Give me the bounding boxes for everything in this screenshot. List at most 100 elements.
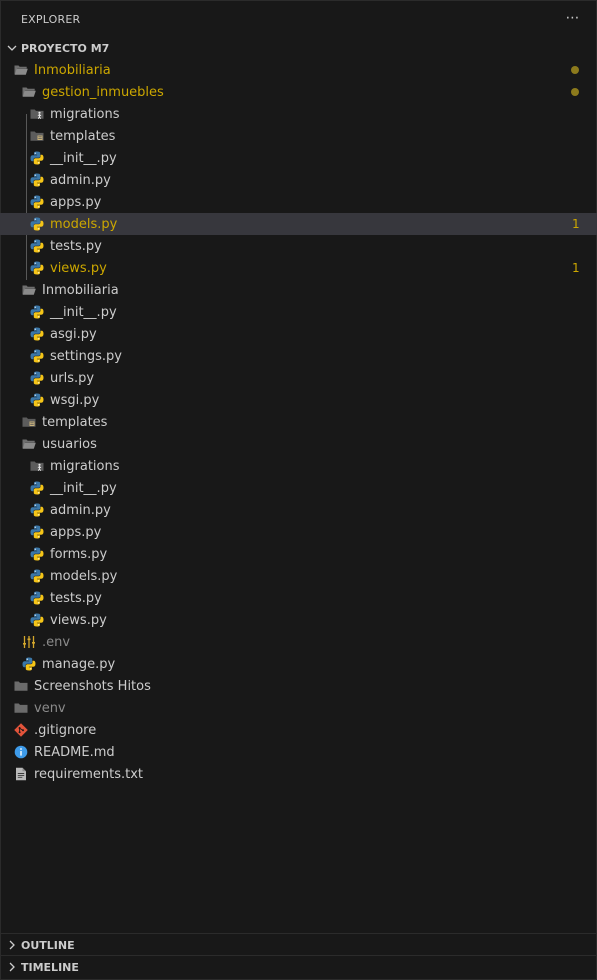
tree-item[interactable]: forms.py (0, 543, 597, 565)
tree-item[interactable]: apps.py (0, 521, 597, 543)
chevron-down-icon (4, 40, 20, 56)
tree-item[interactable]: .env (0, 631, 597, 653)
tree-item[interactable]: .gitignore (0, 719, 597, 741)
tree-item-label: wsgi.py (50, 392, 100, 408)
tree-item-label: migrations (50, 458, 120, 474)
tree-item-label: usuarios (42, 436, 97, 452)
tree-item[interactable]: tests.py (0, 235, 597, 257)
tree-item[interactable]: requirements.txt (0, 763, 597, 785)
tree-item-label: tests.py (50, 238, 102, 254)
python-file-icon (29, 194, 45, 210)
tree-item[interactable]: templates (0, 125, 597, 147)
tree-item[interactable]: admin.py (0, 169, 597, 191)
python-file-icon (29, 348, 45, 364)
tree-item[interactable]: settings.py (0, 345, 597, 367)
problem-count-badge: 1 (572, 217, 580, 231)
tree-item[interactable]: venv (0, 697, 597, 719)
python-file-icon (29, 502, 45, 518)
tree-item[interactable]: __init__.py (0, 301, 597, 323)
tree-item-label: __init__.py (50, 304, 117, 320)
tree-item[interactable]: wsgi.py (0, 389, 597, 411)
tree-item-label: venv (34, 700, 66, 716)
tree-item-label: manage.py (42, 656, 116, 672)
tree-item[interactable]: asgi.py (0, 323, 597, 345)
python-file-icon (29, 172, 45, 188)
tree-item[interactable]: gestion_inmuebles (0, 81, 597, 103)
python-file-icon (29, 612, 45, 628)
python-file-icon (29, 260, 45, 276)
python-file-icon (21, 656, 37, 672)
tree-item-label: __init__.py (50, 480, 117, 496)
tree-item-label: migrations (50, 106, 120, 122)
tree-item[interactable]: __init__.py (0, 147, 597, 169)
python-file-icon (29, 546, 45, 562)
text-file-icon (13, 766, 29, 782)
python-file-icon (29, 304, 45, 320)
folder-templates-icon (29, 128, 45, 144)
file-tree: Inmobiliaria gestion_inmuebles migrations t… (0, 59, 597, 785)
python-file-icon (29, 326, 45, 342)
tree-item[interactable]: models.py (0, 565, 597, 587)
python-file-icon (29, 150, 45, 166)
chevron-right-icon (4, 959, 20, 975)
info-icon (13, 744, 29, 760)
tree-item[interactable]: README.md (0, 741, 597, 763)
outline-section-header[interactable]: OUTLINE (0, 934, 597, 956)
modified-dot-icon (571, 88, 579, 96)
tree-item[interactable]: models.py 1 (0, 213, 597, 235)
tree-item[interactable]: __init__.py (0, 477, 597, 499)
tree-item-label: asgi.py (50, 326, 97, 342)
folder-migrations-icon (29, 458, 45, 474)
tree-item[interactable]: tests.py (0, 587, 597, 609)
tree-item[interactable]: templates (0, 411, 597, 433)
folder-open-icon (21, 84, 37, 100)
tree-item-label: models.py (50, 216, 118, 232)
modified-dot-icon (571, 66, 579, 74)
explorer-header: EXPLORER ⋯ (0, 0, 597, 38)
tree-item[interactable]: Inmobiliaria (0, 59, 597, 81)
tree-item[interactable]: migrations (0, 103, 597, 125)
tree-item-label: requirements.txt (34, 766, 144, 782)
python-file-icon (29, 480, 45, 496)
tree-item[interactable]: manage.py (0, 653, 597, 675)
tree-item-label: settings.py (50, 348, 122, 364)
tree-item[interactable]: views.py (0, 609, 597, 631)
folder-migrations-icon (29, 106, 45, 122)
tree-item-label: gestion_inmuebles (42, 84, 164, 100)
tree-item-label: apps.py (50, 524, 102, 540)
python-file-icon (29, 216, 45, 232)
tree-item-label: templates (42, 414, 108, 430)
tree-item[interactable]: usuarios (0, 433, 597, 455)
tree-item[interactable]: Inmobiliaria (0, 279, 597, 301)
tree-item[interactable]: views.py 1 (0, 257, 597, 279)
tree-item-label: Screenshots Hitos (34, 678, 151, 694)
tree-item[interactable]: Screenshots Hitos (0, 675, 597, 697)
tree-item-label: Inmobiliaria (42, 282, 119, 298)
env-settings-icon (21, 634, 37, 650)
tree-item[interactable]: admin.py (0, 499, 597, 521)
tree-item-label: tests.py (50, 590, 102, 606)
tree-item-label: admin.py (50, 502, 111, 518)
tree-item-label: views.py (50, 260, 107, 276)
ellipsis-icon[interactable]: ⋯ (563, 8, 583, 28)
folder-templates-icon (21, 414, 37, 430)
python-file-icon (29, 392, 45, 408)
problem-count-badge: 1 (572, 261, 580, 275)
explorer-title: EXPLORER (21, 13, 81, 26)
folder-open-icon (21, 282, 37, 298)
chevron-right-icon (4, 937, 20, 953)
folder-open-icon (13, 62, 29, 78)
tree-item[interactable]: apps.py (0, 191, 597, 213)
folder-icon (13, 678, 29, 694)
tree-item-label: __init__.py (50, 150, 117, 166)
tree-item[interactable]: urls.py (0, 367, 597, 389)
tree-item[interactable]: migrations (0, 455, 597, 477)
git-icon (13, 722, 29, 738)
project-section-header[interactable]: PROYECTO M7 (0, 37, 597, 59)
tree-item-label: views.py (50, 612, 107, 628)
tree-item-label: .env (42, 634, 71, 650)
tree-item-label: apps.py (50, 194, 102, 210)
timeline-section-header[interactable]: TIMELINE (0, 956, 597, 978)
python-file-icon (29, 370, 45, 386)
python-file-icon (29, 590, 45, 606)
